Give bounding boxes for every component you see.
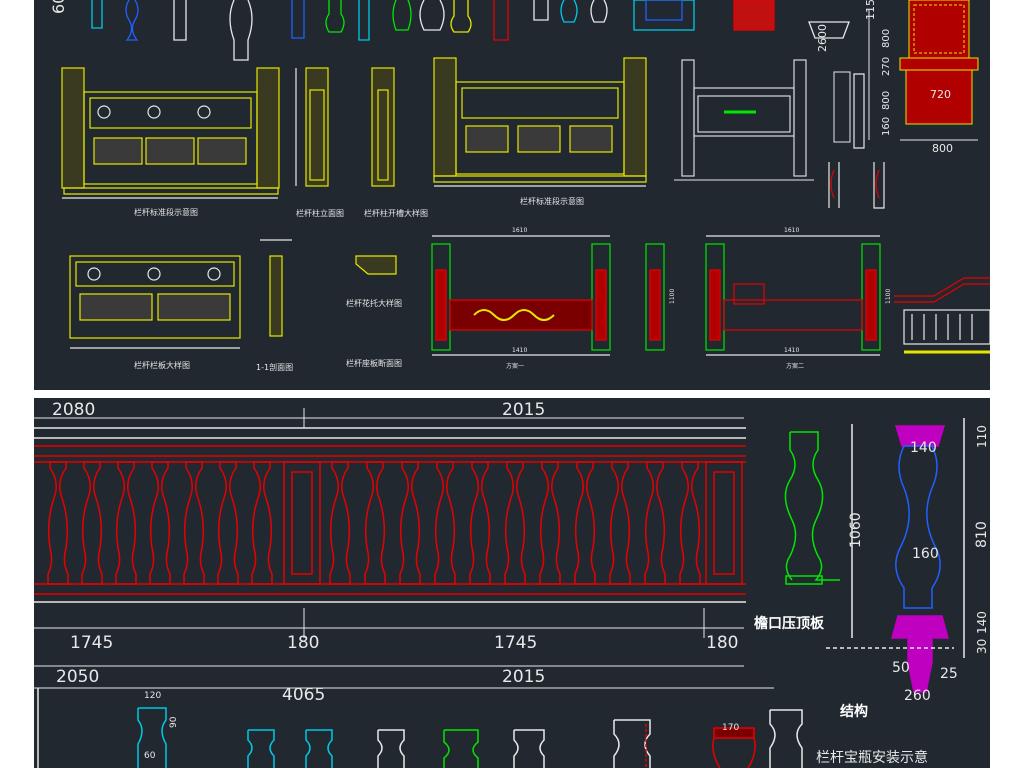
- label-base-section: 栏杆座板断面图: [346, 358, 402, 368]
- top-cad-sheet: 600 2600 1150 720 800 800 270 160 800: [34, 0, 990, 390]
- top-cad-drawing: 600 2600 1150 720 800 800 270 160 800: [49, 0, 990, 372]
- bottom-cad-drawing: 2080 2015 1745 180 1745 180 2050 2015 40…: [34, 400, 990, 768]
- dim-25: 25: [940, 666, 958, 682]
- railing-standard-section-1: 栏杆标准段示意图: [61, 67, 280, 217]
- dim-50: 50: [892, 660, 910, 676]
- baluster: [149, 461, 171, 585]
- baluster: [217, 461, 239, 585]
- dim-140-side: 140: [975, 611, 989, 634]
- railing-scheme-1: 1610 1410 方案一 1100: [431, 227, 676, 370]
- dim-1745-left: 1745: [70, 633, 113, 653]
- top-dimension-line: 2080 2015: [34, 400, 744, 428]
- dim-800-side: 800: [881, 91, 892, 110]
- dim-110: 110: [975, 425, 989, 448]
- baluster: [81, 461, 103, 585]
- dim-1610-b: 1610: [784, 227, 799, 234]
- baluster: [115, 461, 137, 585]
- baluster-strip-bottom: 120 90 60 170: [37, 688, 803, 768]
- dim-2050: 2050: [56, 667, 99, 687]
- baluster: [539, 461, 561, 585]
- red-baluster-pair: [828, 73, 885, 209]
- dim-600: 600: [49, 0, 68, 14]
- dim-160: 160: [912, 546, 939, 562]
- bottom-cad-sheet: 2080 2015 1745 180 1745 180 2050 2015 40…: [34, 398, 990, 768]
- dim-1150: 1150: [864, 0, 877, 20]
- baluster: [679, 461, 701, 585]
- dim-2080: 2080: [52, 400, 95, 420]
- label-structure: 结构: [840, 703, 868, 720]
- baluster: [329, 461, 351, 585]
- dim-170: 170: [722, 723, 739, 733]
- dim-1410-a: 1410: [512, 347, 527, 354]
- baluster: [251, 461, 273, 585]
- dim-810: 810: [974, 521, 990, 548]
- dim-140: 140: [910, 440, 937, 456]
- dim-1100-a: 1100: [669, 289, 676, 304]
- baluster: [434, 461, 456, 585]
- baluster: [574, 461, 596, 585]
- dim-180-left: 180: [287, 633, 319, 653]
- dim-60: 60: [144, 751, 156, 761]
- label-eave-cap: 檐口压顶板: [754, 615, 825, 632]
- railing-panel-detail: 栏杆栏板大样图: [69, 255, 241, 370]
- label-install-title: 栏杆宝瓶安装示意: [816, 749, 928, 766]
- baluster-row: [47, 461, 701, 585]
- dim-2015-top: 2015: [502, 400, 545, 420]
- dim-720: 720: [930, 88, 951, 101]
- dim-160: 160: [881, 117, 892, 136]
- label-scheme-1: 方案一: [506, 362, 524, 370]
- baluster: [644, 461, 666, 585]
- baluster-installation-detail: 1060 140 160 810 110 30 140 50 25 260 檐口…: [754, 418, 990, 766]
- dim-4065: 4065: [282, 685, 325, 705]
- balustrade-elevation: [34, 427, 746, 603]
- railing-scheme-2: 1610 1410 方案二 1100: [705, 227, 892, 370]
- railing-white-elevation: [674, 59, 814, 181]
- baluster: [399, 461, 421, 585]
- dim-1100-b: 1100: [885, 289, 892, 304]
- dim-180-right: 180: [706, 633, 738, 653]
- baluster: [364, 461, 386, 585]
- dim-1060: 1060: [848, 512, 864, 548]
- label-flower-bracket: 栏杆花托大样图: [346, 298, 402, 308]
- dim-90: 90: [169, 716, 179, 728]
- label-standard-section: 栏杆标准段示意图: [134, 207, 198, 217]
- label-panel-detail: 栏杆栏板大样图: [134, 360, 190, 370]
- dim-1745-right: 1745: [494, 633, 537, 653]
- dim-30: 30: [975, 639, 989, 654]
- railing-standard-section-2: 栏杆标准段示意图: [433, 57, 647, 206]
- stair-railing: [894, 277, 990, 354]
- label-post-elevation: 栏杆柱立面图: [296, 208, 344, 218]
- railing-post-groove: 栏杆柱开槽大样图: [364, 67, 428, 218]
- baluster-strip-top: 600 2600 1150: [49, 0, 877, 61]
- label-section-1-1: 1-1剖面图: [256, 362, 293, 372]
- baluster: [504, 461, 526, 585]
- dim-1410-b: 1410: [784, 347, 799, 354]
- dim-2015-bottom: 2015: [502, 667, 545, 687]
- railing-post-elevation: 栏杆柱立面图: [295, 67, 344, 218]
- baluster: [183, 461, 205, 585]
- baluster: [47, 461, 69, 585]
- dim-260: 260: [904, 688, 931, 704]
- dim-800-top: 800: [881, 29, 892, 48]
- flower-bracket-detail: 栏杆花托大样图 栏杆座板断面图: [346, 255, 402, 368]
- label-scheme-2: 方案二: [786, 362, 804, 370]
- dim-270: 270: [881, 57, 892, 76]
- dim-800-bottom: 800: [932, 142, 953, 155]
- dim-1610-a: 1610: [512, 227, 527, 234]
- label-standard-section-2: 栏杆标准段示意图: [520, 196, 584, 206]
- baluster: [469, 461, 491, 585]
- gate-post-elevation: 720 800 800 270 160 800: [833, 0, 979, 155]
- baluster: [609, 461, 631, 585]
- section-1-1: 1-1剖面图: [256, 239, 293, 372]
- dim-120: 120: [144, 691, 161, 701]
- label-post-groove: 栏杆柱开槽大样图: [364, 208, 428, 218]
- dim-2600: 2600: [816, 24, 829, 52]
